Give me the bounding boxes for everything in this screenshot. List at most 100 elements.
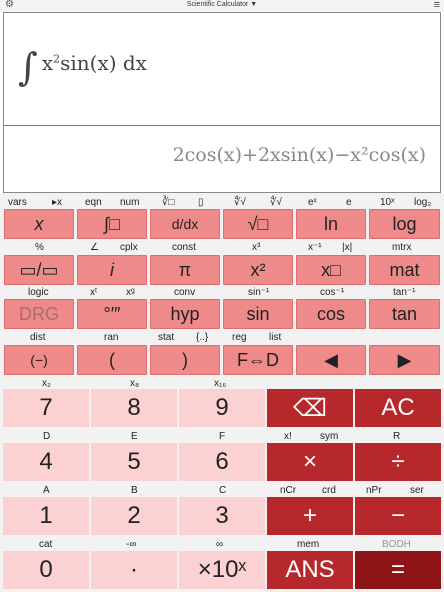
multiply-button[interactable]: × <box>267 443 353 481</box>
label-inverse: x⁻¹ <box>308 242 322 253</box>
key-2[interactable]: 2 <box>91 497 177 535</box>
key-cursor-left[interactable]: ◀ <box>296 345 366 375</box>
times-ten-power-button[interactable]: ×10ˣ <box>179 551 265 589</box>
label-r: R <box>393 431 401 442</box>
expr-rest: sin(x) dx <box>60 51 147 75</box>
backspace-button[interactable]: ⌫ <box>267 389 353 427</box>
decimal-point-button[interactable]: · <box>91 551 177 589</box>
label-exp: eˣ <box>308 197 317 208</box>
minus-button[interactable]: − <box>355 497 441 535</box>
equals-button[interactable]: = <box>355 551 441 589</box>
label-hex-d: D <box>43 431 51 442</box>
key-mat[interactable]: mat <box>369 255 440 285</box>
input-expression[interactable]: ∫ x2sin(x) dx <box>18 45 147 89</box>
divide-button[interactable]: ÷ <box>355 443 441 481</box>
key-tan[interactable]: tan <box>369 299 440 329</box>
key-square[interactable]: x² <box>223 255 293 285</box>
key-integral[interactable]: ∫□ <box>77 209 147 239</box>
label-factorial: x! <box>284 431 292 442</box>
label-base16: x₁₆ <box>214 378 227 389</box>
label-num: num <box>120 197 140 208</box>
label-xt: xᵗ <box>90 287 98 298</box>
key-1[interactable]: 1 <box>3 497 89 535</box>
label-stat: stat <box>158 332 175 343</box>
key-drg[interactable]: DRG <box>4 299 74 329</box>
label-xg: xᵍ <box>126 287 135 298</box>
label-vars: vars <box>8 197 27 208</box>
label-sum: ∛□ <box>162 197 175 208</box>
label-cube: x³ <box>252 242 261 253</box>
key-5[interactable]: 5 <box>91 443 177 481</box>
label-log2: log₂ <box>414 197 432 208</box>
label-ncr: nCr <box>280 485 297 496</box>
label-ser: ser <box>410 485 424 496</box>
label-mtrx: mtrx <box>392 242 412 253</box>
expr-base: x <box>41 51 54 75</box>
key-cursor-right[interactable]: ▶ <box>369 345 440 375</box>
label-crd: crd <box>322 485 336 496</box>
key-sqrt[interactable]: √□ <box>223 209 293 239</box>
label-sym: sym <box>320 431 339 442</box>
key-ln[interactable]: ln <box>296 209 366 239</box>
label-angle: ∠ <box>90 242 99 253</box>
label-set: {..} <box>196 332 209 343</box>
key-7[interactable]: 7 <box>3 389 89 427</box>
app-title-dropdown[interactable]: Scientific Calculator ▼ <box>0 1 444 8</box>
clear-all-button[interactable]: AC <box>355 389 441 427</box>
key-fd-toggle[interactable]: F⇔D <box>223 345 293 375</box>
key-close-paren[interactable]: ) <box>150 345 220 375</box>
label-cplx: cplx <box>120 242 138 253</box>
plus-button[interactable]: + <box>267 497 353 535</box>
key-hyp[interactable]: hyp <box>150 299 220 329</box>
keypad: vars ▸x eqn num ∛□ ▯ ∜√ ∜√ eˣ e 10ˣ log₂… <box>0 193 444 592</box>
key-derivative[interactable]: d/dx <box>150 209 220 239</box>
label-atan: tan⁻¹ <box>393 287 416 298</box>
label-prod: ▯ <box>198 197 204 208</box>
label-hex-e: E <box>131 431 138 442</box>
display-divider <box>4 125 440 126</box>
key-8[interactable]: 8 <box>91 389 177 427</box>
label-bodh: BODH <box>382 539 411 550</box>
label-reg: reg <box>232 332 247 343</box>
label-eqn: eqn <box>85 197 102 208</box>
label-hex-c: C <box>219 485 227 496</box>
label-inf: ∞ <box>216 539 224 550</box>
label-const: const <box>172 242 196 253</box>
label-base8: x₈ <box>130 378 140 389</box>
hamburger-icon[interactable]: ≡ <box>434 0 440 11</box>
label-asin: sin⁻¹ <box>248 287 270 298</box>
label-nrt: ∜√ <box>270 197 282 208</box>
key-0[interactable]: 0 <box>3 551 89 589</box>
calculator-display[interactable]: ∫ x2sin(x) dx 2cos(x)+2xsin(x)−x²cos(x) <box>3 12 441 193</box>
label-ten-pow: 10ˣ <box>380 197 395 208</box>
key-negative[interactable]: (−) <box>4 345 74 375</box>
key-imaginary[interactable]: i <box>77 255 147 285</box>
label-acos: cos⁻¹ <box>320 287 345 298</box>
label-cbrt: ∜√ <box>234 197 246 208</box>
key-sin[interactable]: sin <box>223 299 293 329</box>
key-open-paren[interactable]: ( <box>77 345 147 375</box>
key-fraction[interactable]: ▭/▭ <box>4 255 74 285</box>
key-9[interactable]: 9 <box>179 389 265 427</box>
key-log[interactable]: log <box>369 209 440 239</box>
key-dms[interactable]: °′″ <box>77 299 147 329</box>
result-output: 2cos(x)+2xsin(x)−x²cos(x) <box>172 144 426 166</box>
key-x[interactable]: x <box>4 209 74 239</box>
label-list: list <box>269 332 282 343</box>
label-abs: |x| <box>342 242 353 253</box>
integral-symbol: ∫ <box>18 45 38 89</box>
key-6[interactable]: 6 <box>179 443 265 481</box>
key-power[interactable]: x□ <box>296 255 366 285</box>
ans-button[interactable]: ANS <box>267 551 353 589</box>
label-ran: ran <box>104 332 119 343</box>
label-base2: x₂ <box>42 378 51 389</box>
label-cat: cat <box>39 539 53 550</box>
key-pi[interactable]: π <box>150 255 220 285</box>
label-mem: mem <box>297 539 320 550</box>
key-3[interactable]: 3 <box>179 497 265 535</box>
key-4[interactable]: 4 <box>3 443 89 481</box>
label-logic: logic <box>28 287 49 298</box>
label-dist: dist <box>30 332 46 343</box>
key-cos[interactable]: cos <box>296 299 366 329</box>
label-conv: conv <box>174 287 196 298</box>
